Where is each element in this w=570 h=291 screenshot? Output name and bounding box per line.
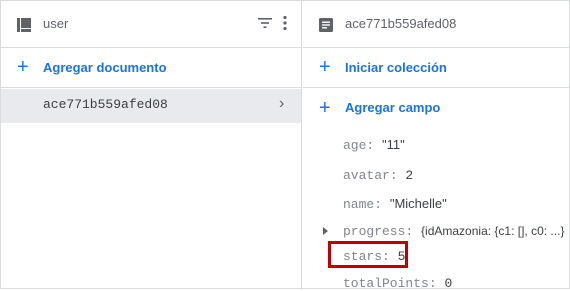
field-key: name [343, 197, 375, 212]
more-vert-icon[interactable] [282, 15, 288, 31]
filter-icon[interactable] [258, 16, 272, 30]
chevron-right-icon: › [279, 95, 285, 112]
field-row-age[interactable]: age: "11" [343, 137, 405, 153]
expand-caret-icon[interactable] [323, 227, 328, 235]
document-header: ace771b559afed08 [303, 1, 570, 48]
collection-header: user [1, 1, 301, 48]
field-row-name[interactable]: name: "Michelle" [343, 196, 447, 212]
document-id: ace771b559afed08 [43, 97, 168, 112]
field-value: {idAmazonia: {c1: [], c0: ...} [421, 224, 565, 238]
field-key: progress [343, 224, 406, 239]
firestore-data-panel: user + Agregar documento ace771b559afed0… [0, 0, 570, 291]
document-icon [319, 18, 333, 32]
document-title: ace771b559afed08 [345, 16, 457, 31]
plus-icon: + [17, 56, 29, 78]
start-collection-label: Iniciar colección [345, 60, 447, 75]
field-key: avatar [343, 168, 390, 183]
plus-icon: + [319, 97, 331, 119]
field-key: age [343, 138, 367, 153]
add-document-label: Agregar documento [43, 60, 167, 75]
add-document-button[interactable]: + Agregar documento [1, 48, 301, 88]
document-list-item[interactable]: ace771b559afed08 › [1, 89, 301, 123]
collection-name: user [43, 16, 69, 31]
plus-icon: + [319, 56, 331, 78]
collection-icon [17, 18, 31, 32]
field-value: 2 [405, 168, 414, 183]
field-row-avatar[interactable]: avatar: 2 [343, 167, 413, 183]
stars-highlight-box [328, 241, 408, 268]
field-value: "11" [382, 137, 405, 152]
field-value: "Michelle" [389, 196, 447, 211]
add-field-button[interactable]: + Agregar campo [303, 88, 570, 128]
collection-column: user + Agregar documento ace771b559afed0… [1, 1, 302, 290]
field-row-progress[interactable]: progress: {idAmazonia: {c1: [], c0: ...} [343, 223, 564, 239]
add-field-label: Agregar campo [345, 100, 441, 115]
start-collection-button[interactable]: + Iniciar colección [303, 48, 570, 88]
